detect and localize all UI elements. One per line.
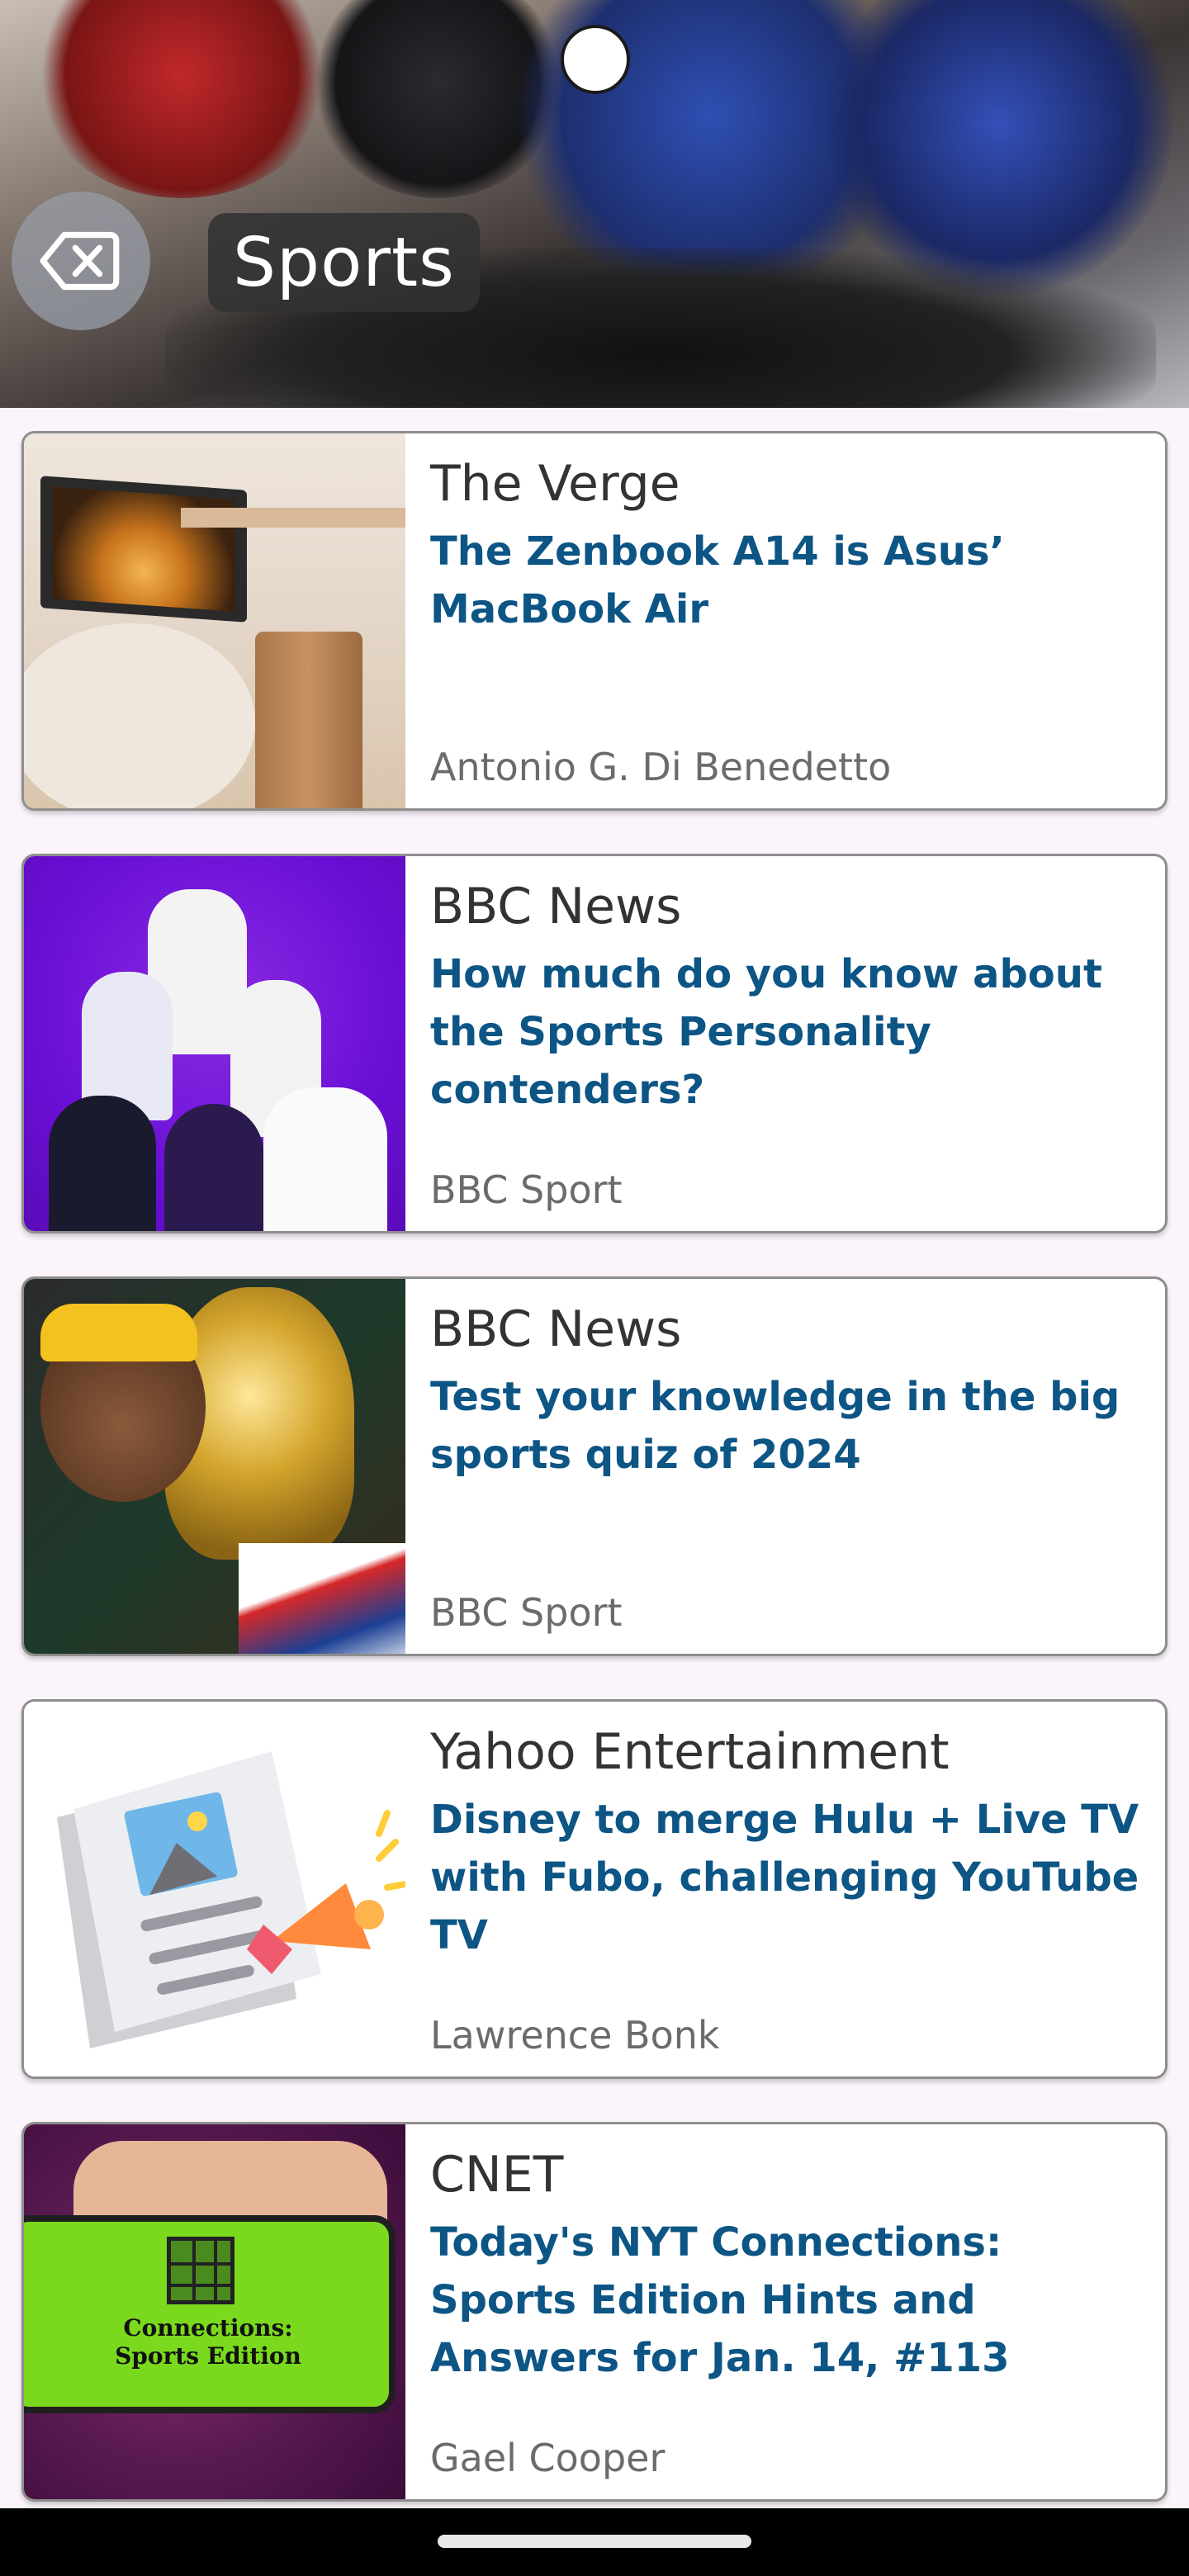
article-source: BBC News: [430, 1300, 682, 1358]
cyclist-image: [33, 0, 330, 198]
article-headline[interactable]: The Zenbook A14 is Asus’ MacBook Air: [430, 523, 1140, 638]
article-body: The Verge The Zenbook A14 is Asus’ MacBo…: [405, 433, 1165, 808]
header-banner: Sports: [0, 0, 1189, 408]
article-author: Gael Cooper: [430, 2436, 666, 2480]
article-author: BBC Sport: [430, 1167, 623, 1212]
article-source: CNET: [430, 2146, 564, 2204]
back-button[interactable]: [12, 192, 150, 330]
connections-caption: Connections: Sports Edition: [115, 2314, 301, 2370]
article-body: Yahoo Entertainment Disney to merge Hulu…: [405, 1702, 1165, 2076]
article-card[interactable]: The Verge The Zenbook A14 is Asus’ MacBo…: [21, 431, 1168, 811]
article-author: Antonio G. Di Benedetto: [430, 745, 892, 789]
article-body: CNET Today's NYT Connections: Sports Edi…: [405, 2124, 1165, 2499]
article-thumbnail: [24, 433, 405, 808]
article-author: Lawrence Bonk: [430, 2013, 720, 2057]
cushion-image: [24, 623, 255, 808]
phone-image: Connections: Sports Edition: [24, 2215, 396, 2413]
article-author: BBC Sport: [430, 1590, 623, 1635]
athlete-figure: [263, 1087, 387, 1231]
laptop-image: [40, 476, 247, 623]
article-source: Yahoo Entertainment: [430, 1723, 950, 1781]
connections-grid-icon: [167, 2237, 234, 2304]
table-image: [181, 508, 405, 528]
article-thumbnail: [24, 856, 405, 1231]
stool-image: [255, 632, 362, 808]
article-card[interactable]: BBC News Test your knowledge in the big …: [21, 1276, 1168, 1656]
cap-image: [40, 1304, 197, 1361]
home-gesture-handle[interactable]: [438, 2535, 751, 2548]
article-thumbnail: [24, 1279, 405, 1654]
page-title: Sports: [233, 223, 455, 302]
article-card[interactable]: Connections: Sports Edition CNET Today's…: [21, 2122, 1168, 2502]
article-headline[interactable]: Disney to merge Hulu + Live TV with Fubo…: [430, 1791, 1140, 1964]
athlete-figure: [49, 1096, 156, 1231]
article-headline[interactable]: Today's NYT Connections: Sports Edition …: [430, 2214, 1140, 2387]
newspaper-icon: [57, 1751, 405, 2048]
article-thumbnail: Connections: Sports Edition: [24, 2124, 405, 2499]
article-headline[interactable]: How much do you know about the Sports Pe…: [430, 945, 1140, 1119]
camera-cutout: [561, 25, 630, 94]
article-card[interactable]: BBC News How much do you know about the …: [21, 854, 1168, 1234]
page-title-chip: Sports: [208, 213, 480, 312]
article-source: BBC News: [430, 878, 682, 935]
article-body: BBC News How much do you know about the …: [405, 856, 1165, 1231]
article-source: The Verge: [430, 455, 680, 513]
article-body: BBC News Test your knowledge in the big …: [405, 1279, 1165, 1654]
athlete-figure: [164, 1104, 263, 1231]
article-headline[interactable]: Test your knowledge in the big sports qu…: [430, 1368, 1140, 1484]
article-card[interactable]: Yahoo Entertainment Disney to merge Hulu…: [21, 1699, 1168, 2079]
article-thumbnail: [24, 1702, 405, 2076]
backspace-icon: [40, 231, 120, 291]
flag-image: [239, 1543, 405, 1654]
